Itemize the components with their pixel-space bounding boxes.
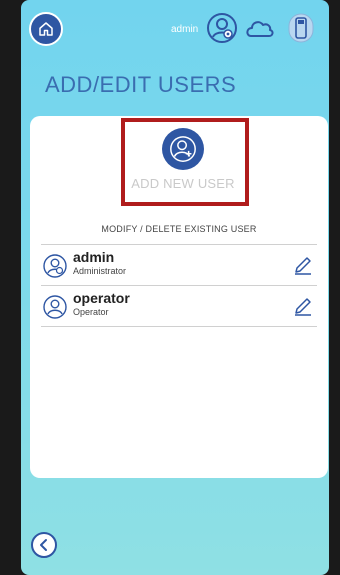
home-button[interactable] [29,12,63,46]
add-user-icon [162,128,204,170]
user-settings-icon[interactable] [206,12,238,44]
user-role: Administrator [73,266,127,276]
add-new-user-button[interactable]: ADD NEW USER [131,128,235,202]
cloud-icon[interactable] [243,12,275,44]
add-new-user-label: ADD NEW USER [131,176,235,191]
edit-pencil-icon[interactable] [293,296,313,316]
current-user-label: admin [171,24,199,35]
user-role: Operator [73,307,109,317]
home-icon [39,22,53,36]
user-name: admin [73,249,115,265]
usb-drive-icon[interactable] [287,12,315,44]
chevron-left-icon [40,539,47,551]
users-card: ADD NEW USER MODIFY / DELETE EXISTING US… [30,116,328,478]
edit-pencil-icon[interactable] [293,255,313,275]
app-screen: admin ADD/EDIT USERS ADD NEW USER MODIFY… [21,0,329,575]
user-name: operator [73,290,130,306]
user-avatar-icon [43,254,67,278]
user-list: admin Administrator operator Operator [41,244,317,327]
back-button[interactable] [31,532,57,558]
page-title: ADD/EDIT USERS [45,72,237,97]
user-avatar-icon [43,295,67,319]
user-row-operator[interactable]: operator Operator [41,285,317,327]
section-title: MODIFY / DELETE EXISTING USER [101,224,257,234]
user-row-admin[interactable]: admin Administrator [41,244,317,285]
